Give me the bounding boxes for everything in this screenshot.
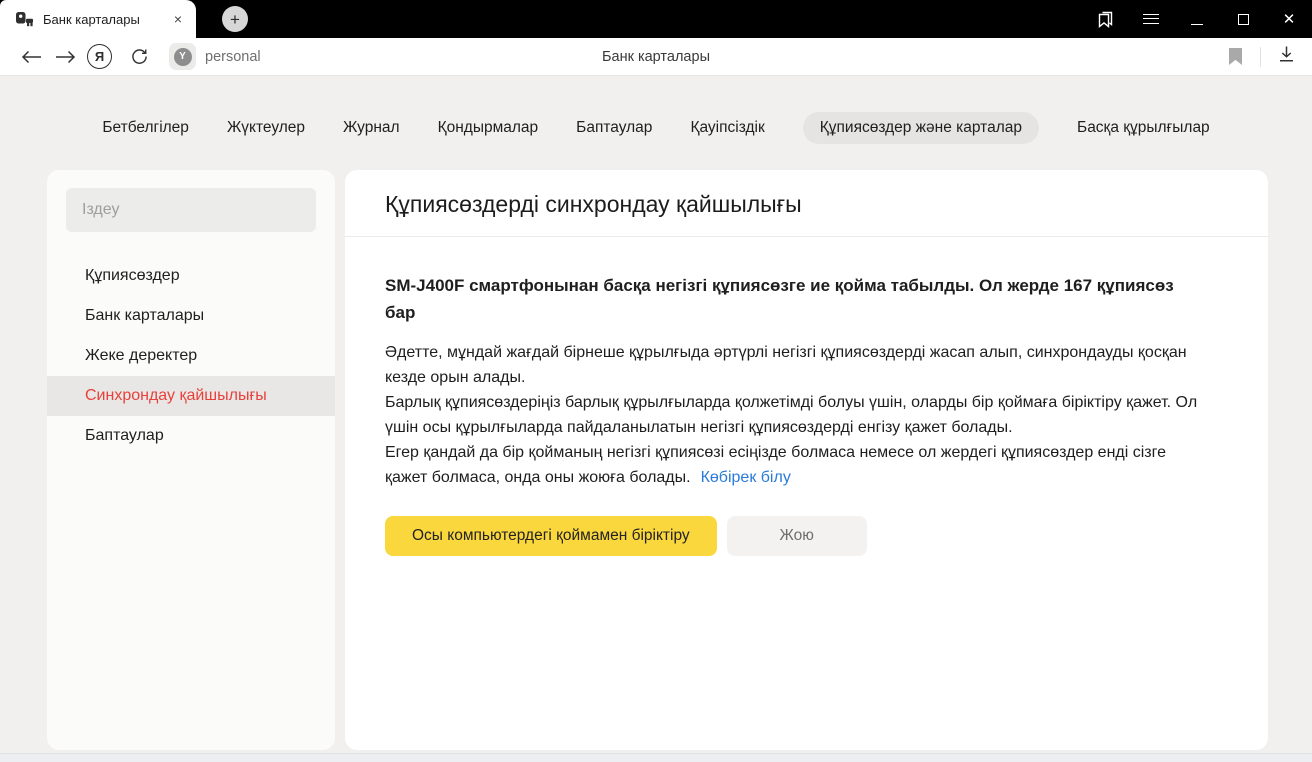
settings-nav-tab[interactable]: Құпиясөздер және карталар — [803, 112, 1039, 144]
conflict-description: Әдетте, мұндай жағдай бірнеше құрылғыда … — [385, 340, 1200, 490]
merge-storage-button[interactable]: Осы компьютердегі қоймамен біріктіру — [385, 516, 717, 556]
sidebar-item[interactable]: Жеке деректер — [47, 336, 335, 376]
page-heading: Құпиясөздерді синхрондау қайшылығы — [385, 191, 1228, 218]
refresh-button[interactable] — [122, 42, 156, 72]
bookmark-button[interactable] — [1225, 44, 1246, 69]
description-paragraph: Егер қандай да бір қойманың негізгі құпи… — [385, 440, 1200, 490]
download-icon — [1277, 45, 1296, 63]
panels-icon — [1096, 10, 1115, 29]
settings-nav-tab[interactable]: Жүктеулер — [227, 112, 305, 144]
close-window-icon: ✕ — [1283, 10, 1296, 28]
protect-badge[interactable]: Y personal — [169, 43, 261, 70]
minimize-icon — [1191, 24, 1203, 25]
sidebar-item[interactable]: Баптаулар — [47, 416, 335, 456]
close-window-button[interactable]: ✕ — [1266, 0, 1312, 38]
settings-nav-tab[interactable]: Қондырмалар — [438, 112, 539, 144]
bookmark-flag-icon — [1229, 48, 1242, 65]
new-tab-button[interactable]: + — [222, 6, 248, 32]
sidebar-item[interactable]: Құпиясөздер — [47, 256, 335, 296]
minimize-window-button[interactable] — [1174, 0, 1220, 38]
browser-titlebar: Банк карталары × + ✕ — [0, 0, 1312, 38]
browser-tab[interactable]: Банк карталары × — [0, 0, 196, 38]
forward-arrow-icon — [55, 50, 76, 64]
protect-label: personal — [205, 49, 261, 65]
sidebar-list: ҚұпиясөздерБанк карталарыЖеке деректерСи… — [47, 256, 335, 456]
toolbar-divider — [1260, 47, 1261, 67]
main-panel: Құпиясөздерді синхрондау қайшылығы SM-J4… — [345, 170, 1268, 750]
maximize-icon — [1238, 14, 1249, 25]
delete-storage-button[interactable]: Жою — [727, 516, 867, 556]
key-favicon-icon — [16, 12, 33, 27]
protect-shield-icon: Y — [174, 48, 192, 66]
settings-nav-tab[interactable]: Журнал — [343, 112, 400, 144]
settings-nav-tab[interactable]: Баптаулар — [576, 112, 652, 144]
titlebar-drag-area — [248, 0, 1082, 38]
yandex-logo-icon[interactable]: Я — [87, 44, 112, 69]
back-arrow-icon — [21, 50, 42, 64]
settings-nav-tab[interactable]: Бетбелгілер — [102, 112, 189, 144]
forward-button[interactable] — [48, 42, 82, 72]
downloads-button[interactable] — [1275, 43, 1298, 70]
settings-nav-tab[interactable]: Қауіпсіздік — [690, 112, 764, 144]
sidebar: ҚұпиясөздерБанк карталарыЖеке деректерСи… — [47, 170, 335, 750]
tab-close-icon[interactable]: × — [170, 9, 186, 29]
browser-menu-button[interactable] — [1128, 0, 1174, 38]
description-paragraph: Барлық құпиясөздеріңіз барлық құрылғылар… — [385, 390, 1200, 440]
back-button[interactable] — [14, 42, 48, 72]
search-input[interactable] — [66, 188, 316, 232]
window-bottom-edge — [0, 753, 1312, 762]
hamburger-menu-icon — [1143, 14, 1159, 24]
tab-title: Банк карталары — [43, 12, 160, 27]
side-panels-button[interactable] — [1082, 0, 1128, 38]
refresh-icon — [131, 48, 148, 65]
sidebar-item[interactable]: Синхрондау қайшылығы — [47, 376, 335, 416]
learn-more-link[interactable]: Көбірек білу — [701, 469, 791, 486]
sidebar-item[interactable]: Банк карталары — [47, 296, 335, 336]
conflict-alert-title: SM-J400F смартфонынан басқа негізгі құпи… — [385, 272, 1200, 326]
maximize-window-button[interactable] — [1220, 0, 1266, 38]
settings-nav-tab[interactable]: Басқа құрылғылар — [1077, 112, 1210, 144]
description-paragraph: Әдетте, мұндай жағдай бірнеше құрылғыда … — [385, 340, 1200, 390]
browser-toolbar: Я Y personal Банк карталары — [0, 38, 1312, 76]
settings-nav: Бетбелгілер Жүктеулер Журнал Қондырмалар Бап… — [0, 76, 1312, 170]
settings-content: ҚұпиясөздерБанк карталарыЖеке деректерСи… — [0, 170, 1312, 750]
